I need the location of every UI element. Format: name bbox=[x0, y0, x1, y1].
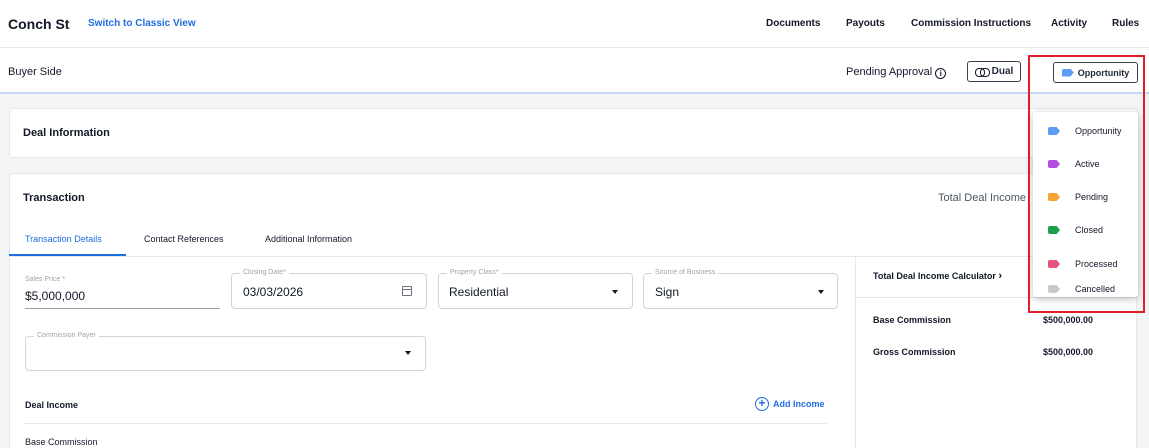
deal-income-divider bbox=[25, 423, 827, 424]
tag-icon bbox=[1048, 127, 1060, 135]
tag-icon bbox=[1048, 226, 1060, 234]
chevron-down-icon bbox=[818, 290, 824, 294]
calculator-title-text: Total Deal Income Calculator bbox=[873, 271, 996, 281]
link-icon bbox=[974, 68, 990, 77]
calculator-row-label: Base Commission bbox=[873, 315, 952, 325]
source-of-business-value: Sign bbox=[655, 285, 680, 299]
chevron-down-icon bbox=[612, 290, 618, 294]
side-label: Buyer Side bbox=[8, 66, 62, 78]
tag-icon bbox=[1048, 160, 1060, 168]
tag-icon bbox=[1048, 193, 1060, 201]
transaction-title: Transaction bbox=[23, 192, 85, 204]
nav-rules[interactable]: Rules bbox=[1112, 18, 1139, 29]
approval-status-text: Pending Approval bbox=[846, 66, 933, 78]
tag-icon bbox=[1061, 68, 1074, 77]
calculator-row-label: Gross Commission bbox=[873, 347, 956, 357]
tag-icon bbox=[1048, 285, 1060, 293]
closing-date-label: Closing Date* bbox=[240, 269, 289, 276]
property-class-value: Residential bbox=[449, 285, 509, 299]
plus-circle-icon: + bbox=[755, 397, 769, 411]
commission-payer-select[interactable]: Commission Payer bbox=[25, 332, 426, 371]
calculator-divider bbox=[855, 297, 1137, 298]
calculator-row-value: $500,000.00 bbox=[1043, 347, 1094, 357]
deal-subheader: Buyer Side Pending Approval i Dual Opport… bbox=[0, 48, 1149, 94]
calculator-title[interactable]: Total Deal Income Calculator › bbox=[873, 270, 1002, 282]
status-option-closed[interactable]: Closed bbox=[1033, 215, 1138, 245]
dual-button[interactable]: Dual bbox=[967, 61, 1021, 82]
status-option-label: Cancelled bbox=[1075, 284, 1116, 294]
switch-classic-view-link[interactable]: Switch to Classic View bbox=[88, 18, 196, 29]
nav-commission-instructions[interactable]: Commission Instructions bbox=[911, 18, 1031, 29]
calculator-row-value: $500,000.00 bbox=[1043, 315, 1094, 325]
status-label: Opportunity bbox=[1077, 67, 1130, 78]
top-bar: Conch St Switch to Classic View Document… bbox=[0, 0, 1149, 48]
status-option-processed[interactable]: Processed bbox=[1033, 249, 1138, 279]
add-income-label: Add Income bbox=[773, 399, 825, 409]
nav-payouts[interactable]: Payouts bbox=[846, 18, 885, 29]
status-option-cancelled[interactable]: Cancelled bbox=[1033, 282, 1138, 296]
deal-income-title: Deal Income bbox=[25, 400, 79, 410]
deal-title: Conch St bbox=[8, 16, 70, 32]
status-dropdown-button[interactable]: Opportunity bbox=[1053, 62, 1138, 83]
tab-transaction-details[interactable]: Transaction Details bbox=[25, 234, 102, 244]
source-of-business-label: Source of Business bbox=[652, 269, 719, 276]
info-icon[interactable]: i bbox=[935, 68, 947, 79]
tab-contact-references[interactable]: Contact References bbox=[144, 234, 224, 244]
approval-status: Pending Approval i bbox=[846, 66, 947, 79]
deal-information-title: Deal Information bbox=[23, 127, 110, 139]
status-option-label: Closed bbox=[1075, 225, 1104, 235]
nav-activity[interactable]: Activity bbox=[1051, 18, 1087, 29]
add-income-button[interactable]: + Add Income bbox=[755, 397, 825, 411]
deal-information-card[interactable]: Deal Information bbox=[9, 108, 1137, 158]
total-deal-income-label: Total Deal Income bbox=[938, 192, 1027, 204]
status-option-label: Opportunity bbox=[1075, 126, 1122, 136]
status-option-label: Active bbox=[1075, 159, 1100, 169]
sales-price-input[interactable] bbox=[25, 270, 220, 309]
dual-label: Dual bbox=[991, 66, 1014, 77]
chevron-down-icon bbox=[405, 351, 411, 355]
deal-income-row-label: Base Commission bbox=[25, 437, 98, 447]
active-tab-indicator bbox=[9, 254, 126, 256]
status-option-pending[interactable]: Pending bbox=[1033, 182, 1138, 212]
status-option-opportunity[interactable]: Opportunity bbox=[1033, 116, 1138, 146]
status-dropdown-menu: Opportunity Active Pending Closed Proces… bbox=[1033, 112, 1138, 297]
status-option-label: Processed bbox=[1075, 259, 1118, 269]
calendar-icon[interactable] bbox=[402, 286, 412, 296]
commission-payer-label: Commission Payer bbox=[34, 332, 99, 339]
status-option-label: Pending bbox=[1075, 192, 1109, 202]
closing-date-value: 03/03/2026 bbox=[243, 285, 304, 299]
tag-icon bbox=[1048, 260, 1060, 268]
chevron-right-icon: › bbox=[998, 270, 1003, 282]
tab-additional-information[interactable]: Additional Information bbox=[265, 234, 352, 244]
property-class-label: Property Class* bbox=[447, 269, 502, 276]
status-option-active[interactable]: Active bbox=[1033, 149, 1138, 179]
nav-documents[interactable]: Documents bbox=[766, 18, 820, 29]
